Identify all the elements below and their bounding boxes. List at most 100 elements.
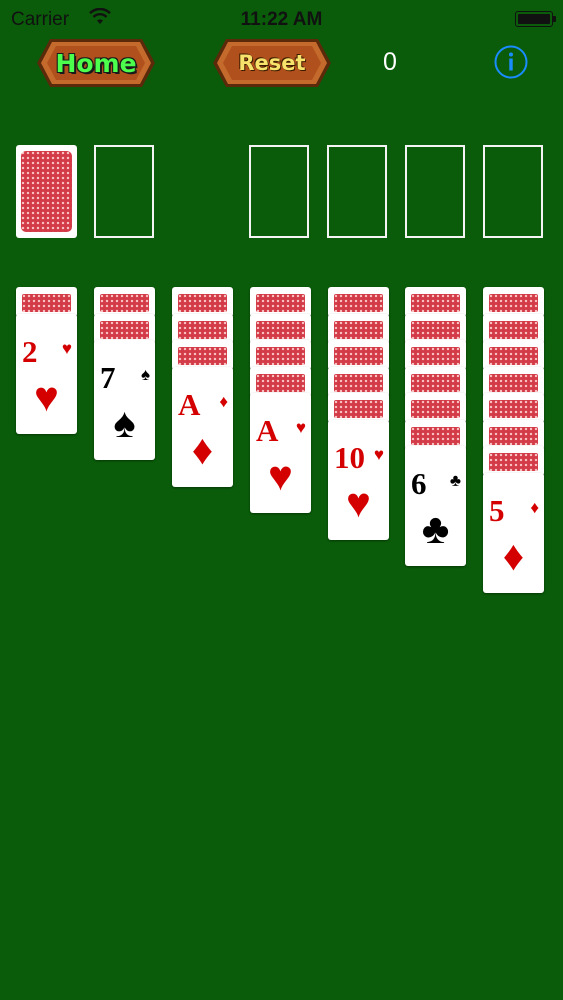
face-down-card (405, 366, 466, 397)
card-back (254, 371, 307, 394)
card-rank: A (178, 386, 201, 422)
card-back (487, 371, 540, 394)
face-up-card[interactable]: 2 ♥ ♥ (16, 313, 77, 434)
face-up-card[interactable]: A ♥ ♥ (250, 393, 311, 513)
card-suit-small: ♥ (373, 444, 384, 464)
card-suit-large: ♥ (268, 452, 293, 499)
face-up-card[interactable]: 6 ♣ ♣ (405, 446, 466, 566)
reset-button[interactable]: Reset (212, 38, 332, 88)
face-down-card (405, 393, 466, 423)
card-back (487, 345, 540, 367)
face-down-card (16, 287, 77, 317)
face-down-card (250, 287, 311, 317)
face-down-card (405, 419, 466, 450)
card-suit-small: ♥ (295, 418, 306, 437)
card-rank: 6 (411, 466, 427, 501)
card-suit-small: ♦ (219, 391, 228, 411)
card-back (409, 318, 462, 341)
card-suit-large: ♦ (502, 531, 525, 579)
card-back (21, 151, 72, 232)
face-down-card (483, 419, 544, 450)
info-icon[interactable] (494, 45, 528, 79)
card-suit-large: ♥ (346, 478, 371, 526)
card-suit-small: ♠ (140, 365, 150, 384)
card-back (98, 292, 151, 314)
face-down-card (250, 366, 311, 397)
card-suit-large: ♣ (421, 505, 450, 552)
face-down-card (483, 340, 544, 370)
waste-slot[interactable] (94, 145, 154, 238)
card-back (487, 398, 540, 420)
face-down-card (483, 313, 544, 344)
foundation-slot-3[interactable] (405, 145, 465, 238)
card-back (176, 345, 229, 367)
foundation-slot-1[interactable] (249, 145, 309, 238)
face-down-card (328, 393, 389, 423)
foundation-slot-4[interactable] (483, 145, 543, 238)
card-rank: 5 (489, 492, 505, 528)
face-down-card (328, 340, 389, 370)
card-back (332, 345, 385, 367)
card-back (332, 371, 385, 394)
face-up-card[interactable]: 7 ♠ ♠ (94, 340, 155, 460)
card-back (409, 371, 462, 394)
card-back (20, 292, 73, 314)
card-back (332, 318, 385, 341)
battery-icon (515, 11, 556, 27)
face-down-card (483, 446, 544, 476)
card-back (254, 292, 307, 314)
face-down-card (172, 287, 233, 317)
card-back (176, 292, 229, 314)
face-down-card (328, 313, 389, 344)
card-suit-small: ♣ (449, 471, 461, 490)
card-back (409, 424, 462, 447)
card-suit-large: ♦ (191, 425, 214, 473)
face-down-card (483, 366, 544, 397)
face-down-card (405, 340, 466, 370)
card-back (487, 318, 540, 341)
face-up-card[interactable]: A ♦ ♦ (172, 366, 233, 487)
card-rank: 2 (22, 333, 38, 369)
face-down-card (405, 313, 466, 344)
face-down-card (328, 366, 389, 397)
card-back (409, 345, 462, 367)
face-down-card (172, 340, 233, 370)
face-down-card (250, 340, 311, 370)
card-back (487, 292, 540, 314)
reset-button-label: Reset (238, 51, 306, 75)
status-bar: Carrier 11:22 AM (0, 0, 563, 38)
card-back (254, 318, 307, 341)
home-button-label: Home (55, 48, 137, 78)
card-rank: A (256, 413, 279, 448)
card-back (332, 398, 385, 420)
stock-pile[interactable] (16, 145, 77, 238)
face-up-card[interactable]: 10 ♥ ♥ (328, 419, 389, 540)
card-back (176, 318, 229, 341)
home-button[interactable]: Home (36, 38, 156, 88)
card-back (332, 292, 385, 314)
card-suit-small: ♥ (61, 338, 72, 358)
card-rank: 7 (100, 360, 116, 395)
face-down-card (328, 287, 389, 317)
face-down-card (94, 313, 155, 344)
score-counter: 0 (383, 48, 397, 76)
card-suit-small: ♦ (530, 497, 539, 517)
clock: 11:22 AM (240, 9, 323, 30)
face-down-card (94, 287, 155, 317)
card-back (254, 345, 307, 367)
face-down-card (483, 393, 544, 423)
card-back (409, 292, 462, 314)
face-up-card[interactable]: 5 ♦ ♦ (483, 472, 544, 593)
card-back (487, 451, 540, 473)
card-back (487, 424, 540, 447)
card-rank: 10 (334, 439, 365, 475)
card-back (98, 318, 151, 341)
face-down-card (172, 313, 233, 344)
card-back (409, 398, 462, 420)
face-down-card (405, 287, 466, 317)
foundation-slot-2[interactable] (327, 145, 387, 238)
card-suit-large: ♥ (34, 372, 59, 420)
face-down-card (483, 287, 544, 317)
face-down-card (250, 313, 311, 344)
card-suit-large: ♠ (113, 399, 136, 446)
